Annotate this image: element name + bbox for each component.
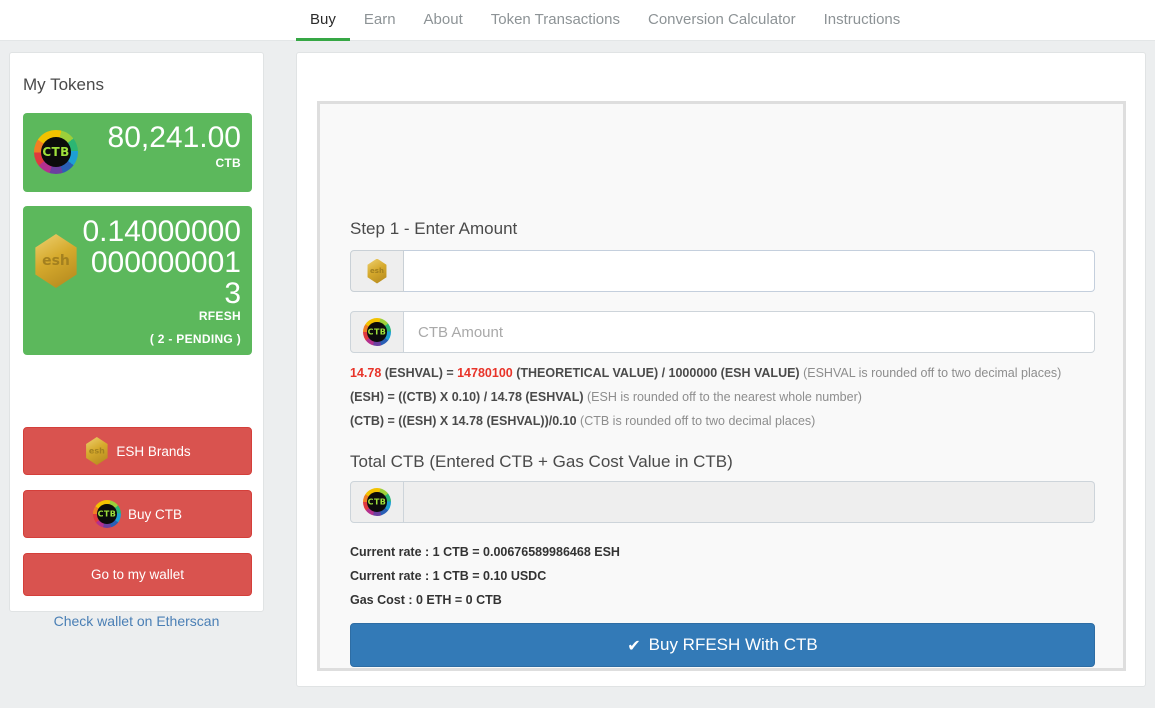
- formula-2-note: (ESH is rounded off to the nearest whole…: [586, 390, 862, 404]
- esh-amount-input-group: esh: [350, 250, 1095, 292]
- formula-1-highlight-2: 14780100: [457, 366, 513, 380]
- check-icon: ✔: [627, 635, 641, 655]
- ctb-amount-input[interactable]: [404, 311, 1095, 353]
- my-tokens-panel: My Tokens CTB 80,241.00 CTB esh 0.140000…: [9, 52, 264, 629]
- formula-3-note: (CTB is rounded off to two decimal place…: [580, 414, 816, 428]
- esh-brands-button[interactable]: esh ESH Brands: [23, 427, 252, 475]
- total-ctb-input-group: CTB: [350, 481, 1095, 523]
- formula-3-bold: (CTB) = ((ESH) X 14.78 (ESHVAL))/0.10: [350, 414, 581, 428]
- step1-title: Step 1 - Enter Amount: [350, 219, 518, 238]
- gas-cost-line: Gas Cost : 0 ETH = 0 CTB: [350, 593, 502, 607]
- tab-earn[interactable]: Earn: [350, 0, 410, 41]
- formula-line-1: 14.78 (ESHVAL) = 14780100 (THEORETICAL V…: [350, 366, 1061, 380]
- rate-line-esh: Current rate : 1 CTB = 0.00676589986468 …: [350, 545, 620, 559]
- rfesh-pending-status: ( 2 - PENDING ): [149, 332, 241, 346]
- ctb-coin-icon: CTB: [363, 488, 391, 516]
- tab-earn-label: Earn: [363, 11, 396, 28]
- formula-line-2: (ESH) = ((CTB) X 0.10) / 14.78 (ESHVAL) …: [350, 390, 862, 404]
- esh-hexagon-icon: esh: [367, 258, 387, 284]
- buy-form-container: Step 1 - Enter Amount esh CTB 14.78 (ESH…: [317, 101, 1126, 671]
- tab-instructions-label: Instructions: [823, 11, 901, 28]
- ctb-coin-icon-label: CTB: [367, 497, 387, 507]
- ctb-coin-icon-label: CTB: [97, 509, 117, 519]
- ctb-amount-input-group: CTB: [350, 311, 1095, 353]
- tab-conversion-calculator[interactable]: Conversion Calculator: [634, 0, 810, 41]
- tab-conversion-calculator-label: Conversion Calculator: [648, 11, 796, 28]
- formula-1-bold-2: (THEORETICAL VALUE) / 1000000 (ESH VALUE…: [512, 366, 804, 380]
- token-balance-card-ctb: CTB 80,241.00 CTB: [23, 113, 252, 192]
- total-ctb-input-addon: CTB: [350, 481, 404, 523]
- check-wallet-etherscan-link[interactable]: Check wallet on Etherscan: [10, 613, 263, 629]
- tab-buy[interactable]: Buy: [296, 0, 350, 41]
- tab-buy-label: Buy: [310, 11, 336, 28]
- total-ctb-title: Total CTB (Entered CTB + Gas Cost Value …: [350, 452, 733, 471]
- ctb-coin-icon-label: CTB: [42, 145, 70, 159]
- panel-title: My Tokens: [23, 75, 104, 94]
- tab-token-transactions-label: Token Transactions: [490, 11, 620, 28]
- ctb-coin-icon: CTB: [363, 318, 391, 346]
- formula-1-highlight-1: 14.78: [350, 366, 382, 380]
- go-to-wallet-button-label: Go to my wallet: [90, 567, 185, 582]
- rfesh-balance-symbol: RFESH: [198, 309, 241, 323]
- tab-token-transactions[interactable]: Token Transactions: [477, 0, 634, 41]
- ctb-coin-icon: CTB: [34, 130, 78, 174]
- ctb-coin-icon-label: CTB: [367, 327, 387, 337]
- tab-instructions[interactable]: Instructions: [810, 0, 915, 41]
- formula-2-bold: (ESH) = ((CTB) X 0.10) / 14.78 (ESHVAL): [350, 390, 587, 404]
- go-to-wallet-button[interactable]: Go to my wallet: [23, 553, 252, 596]
- buy-ctb-button[interactable]: CTB Buy CTB: [23, 490, 252, 538]
- ctb-coin-icon: CTB: [92, 500, 121, 528]
- buy-panel: Step 1 - Enter Amount esh CTB 14.78 (ESH…: [296, 52, 1146, 687]
- top-navigation-bar: Buy Earn About Token Transactions Conver…: [0, 0, 1155, 41]
- esh-hexagon-icon-label: esh: [370, 267, 384, 275]
- buy-rfesh-with-ctb-button-label: Buy RFESH With CTB: [648, 635, 818, 654]
- esh-input-addon: esh: [350, 250, 404, 292]
- esh-hexagon-icon-label: esh: [88, 446, 105, 456]
- rfesh-balance-amount: 0.140000000000000013: [82, 215, 242, 310]
- ctb-balance-amount: 80,241.00: [107, 121, 241, 154]
- formula-line-3: (CTB) = ((ESH) X 14.78 (ESHVAL))/0.10 (C…: [350, 414, 815, 428]
- ctb-input-addon: CTB: [350, 311, 404, 353]
- esh-hexagon-icon: esh: [86, 437, 108, 465]
- total-ctb-input: [404, 481, 1095, 523]
- esh-hexagon-icon: esh: [35, 234, 77, 288]
- tab-about[interactable]: About: [410, 0, 477, 41]
- rate-line-usdc: Current rate : 1 CTB = 0.10 USDC: [350, 569, 547, 583]
- tab-about-label: About: [423, 11, 463, 28]
- formula-1-note: (ESHVAL is rounded off to two decimal pl…: [803, 366, 1062, 380]
- buy-ctb-button-label: Buy CTB: [127, 506, 182, 522]
- tab-strip: Buy Earn About Token Transactions Conver…: [296, 0, 914, 41]
- esh-brands-button-label: ESH Brands: [116, 443, 191, 459]
- esh-hexagon-icon-label: esh: [42, 253, 70, 269]
- token-balance-card-rfesh: esh 0.140000000000000013 RFESH ( 2 - PEN…: [23, 206, 252, 355]
- ctb-balance-symbol: CTB: [215, 156, 241, 170]
- esh-amount-input[interactable]: [404, 250, 1095, 292]
- buy-rfesh-with-ctb-button[interactable]: ✔ Buy RFESH With CTB: [350, 623, 1095, 667]
- formula-1-bold-1: (ESHVAL) =: [381, 366, 458, 380]
